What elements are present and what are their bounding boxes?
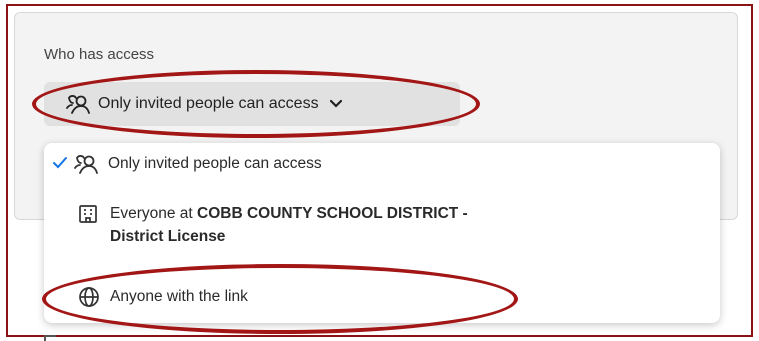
- chevron-down-icon: [329, 99, 343, 109]
- menu-item-anyone-with-link[interactable]: Anyone with the link: [78, 285, 248, 308]
- next-row-icon-partial: [44, 335, 56, 341]
- menu-item-label: Everyone at COBB COUNTY SCHOOL DISTRICT …: [110, 202, 468, 248]
- org-name-line1: COBB COUNTY SCHOOL DISTRICT -: [197, 205, 468, 222]
- people-icon: [66, 93, 90, 115]
- access-dropdown[interactable]: Only invited people can access: [44, 82, 460, 126]
- who-has-access-label: Who has access: [44, 46, 155, 63]
- access-dropdown-value: Only invited people can access: [98, 95, 319, 112]
- menu-item-label: Anyone with the link: [110, 288, 248, 305]
- people-icon: [74, 153, 98, 175]
- menu-item-everyone-at-org[interactable]: Everyone at COBB COUNTY SCHOOL DISTRICT …: [78, 202, 468, 248]
- globe-icon: [78, 286, 100, 308]
- building-icon: [78, 204, 98, 224]
- menu-item-only-invited[interactable]: Only invited people can access: [74, 152, 322, 175]
- checkmark-icon: [52, 156, 68, 175]
- menu-item-label: Only invited people can access: [108, 155, 322, 172]
- label-prefix: Everyone at: [110, 205, 198, 222]
- org-name-line2: District License: [110, 228, 226, 245]
